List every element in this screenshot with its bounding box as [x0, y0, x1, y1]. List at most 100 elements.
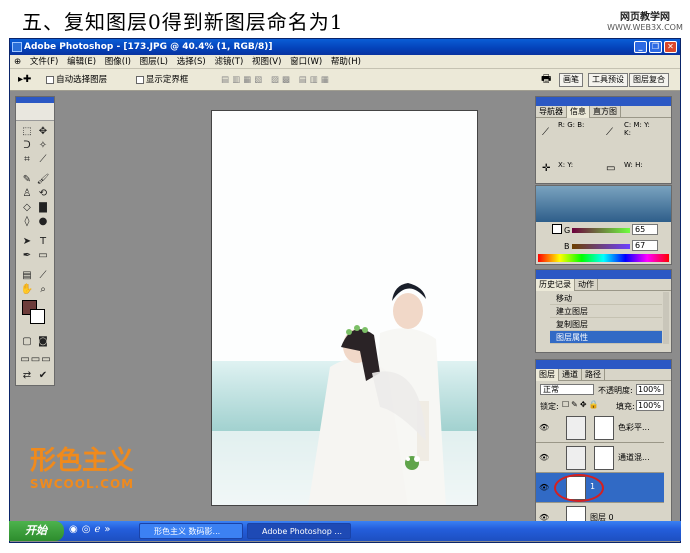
- tab-paths[interactable]: 路径: [582, 369, 605, 381]
- type-tool-icon[interactable]: T: [36, 235, 50, 248]
- shape-tool-icon[interactable]: ▭: [36, 249, 50, 262]
- gradient-tool-icon[interactable]: ▇: [36, 201, 50, 214]
- tab-navigator[interactable]: 导航器: [536, 106, 567, 118]
- info-panel-titlebar[interactable]: [536, 97, 671, 106]
- eyedropper-icon[interactable]: ⟋: [36, 269, 50, 282]
- history-item-label: 图层属性: [556, 333, 588, 342]
- path-select-icon[interactable]: ➤: [20, 235, 34, 248]
- color-swatch[interactable]: [552, 224, 562, 234]
- notes-tool-icon[interactable]: ▤: [20, 269, 34, 282]
- slice-tool-icon[interactable]: ⟋: [36, 153, 50, 166]
- g-label: G: [564, 226, 571, 235]
- start-button[interactable]: 开始: [9, 521, 64, 541]
- menu-layer[interactable]: 图层(L): [137, 55, 171, 69]
- crop-tool-icon[interactable]: ⌗: [20, 153, 34, 166]
- eye-icon[interactable]: 👁: [539, 483, 549, 492]
- menu-select[interactable]: 选择(S): [174, 55, 209, 69]
- quick-mask-icon[interactable]: ◙: [36, 335, 50, 348]
- tab-histogram[interactable]: 直方图: [590, 106, 621, 118]
- imageready-icon[interactable]: ✔: [36, 369, 50, 382]
- layer-comps-button[interactable]: 图层复合: [629, 73, 669, 87]
- jump-to-imageready-icon[interactable]: ⇄: [20, 369, 34, 382]
- site-logo-url: WWW.WEB3X.COM: [607, 23, 683, 32]
- show-bounds-checkbox[interactable]: 显示定界框: [135, 75, 188, 85]
- stamp-tool-icon[interactable]: ♙: [20, 187, 34, 200]
- history-panel: 历史记录 动作 移动 建立图层 复制图层 图层属性: [535, 269, 672, 353]
- fill-field[interactable]: 100%: [636, 400, 664, 411]
- opacity-field[interactable]: 100%: [636, 384, 664, 395]
- healing-brush-icon[interactable]: ✎: [20, 173, 34, 186]
- minimize-button[interactable]: _: [634, 41, 647, 53]
- printer-icon[interactable]: 🖶: [538, 73, 554, 87]
- history-item-selected[interactable]: 图层属性: [550, 331, 662, 344]
- standard-mode-icon[interactable]: ▢: [20, 335, 34, 348]
- history-brush-icon[interactable]: ⟲: [36, 187, 50, 200]
- hand-tool-icon[interactable]: ✋: [20, 283, 34, 296]
- menu-bar: ⊕ 文件(F) 编辑(E) 图像(I) 图层(L) 选择(S) 滤镜(T) 视图…: [10, 55, 680, 69]
- highlight-circle: [554, 474, 604, 502]
- marquee-tool-icon[interactable]: ⬚: [20, 125, 34, 138]
- toolbox: ⬚ ✥ ᑐ ✧ ⌗ ⟋ ✎ 🖌 ♙ ⟲ ◇ ▇ ◊ ● ➤ T ✒ ▭ ▤ ⟋ …: [15, 96, 55, 386]
- window-titlebar[interactable]: Adobe Photoshop - [173.JPG @ 40.4% (1, R…: [10, 39, 680, 55]
- eraser-tool-icon[interactable]: ◇: [20, 201, 34, 214]
- tool-presets-button[interactable]: 工具预设: [588, 73, 628, 87]
- color-ramp[interactable]: [538, 254, 669, 262]
- zoom-tool-icon[interactable]: ⌕: [36, 283, 50, 296]
- screen-mode-icons[interactable]: ▭▭▭: [18, 353, 54, 366]
- magic-wand-icon[interactable]: ✧: [36, 139, 50, 152]
- history-item[interactable]: 复制图层: [550, 318, 662, 331]
- eye-icon[interactable]: 👁: [539, 423, 549, 432]
- history-item-label: 建立图层: [556, 307, 588, 316]
- quick-launch-icons[interactable]: ◉◎ℯ»: [69, 524, 115, 535]
- taskbar-task-active[interactable]: Adobe Photoshop ...: [247, 523, 351, 539]
- history-item-label: 移动: [556, 294, 572, 303]
- watermark-url: SWCOOL.COM: [29, 477, 135, 491]
- b-value[interactable]: 67: [632, 240, 658, 251]
- b-slider[interactable]: [572, 244, 630, 249]
- menu-help[interactable]: 帮助(H): [328, 55, 364, 69]
- layer-name: 通道混...: [618, 453, 650, 462]
- menu-view[interactable]: 视图(V): [249, 55, 284, 69]
- layer-row[interactable]: 👁 色彩平...: [536, 413, 664, 443]
- menu-edit[interactable]: 编辑(E): [64, 55, 99, 69]
- background-color-swatch[interactable]: [30, 309, 45, 324]
- layers-panel-titlebar[interactable]: [536, 360, 671, 369]
- brush-tool-icon[interactable]: 🖌: [36, 173, 50, 186]
- history-item[interactable]: 建立图层: [550, 305, 662, 318]
- close-button[interactable]: ✕: [664, 41, 677, 53]
- history-item[interactable]: 移动: [550, 292, 662, 305]
- eye-icon[interactable]: 👁: [539, 453, 549, 462]
- move-tool-icon[interactable]: ▸✚: [10, 74, 31, 85]
- g-slider[interactable]: [572, 228, 630, 233]
- maximize-button[interactable]: ❐: [649, 41, 662, 53]
- tab-layers[interactable]: 图层: [536, 369, 559, 381]
- tab-actions[interactable]: 动作: [575, 279, 598, 291]
- tab-info[interactable]: 信息: [567, 106, 590, 118]
- pen-tool-icon[interactable]: ✒: [20, 249, 34, 262]
- align-icons[interactable]: ▤▥▦▧ ▨▩ ▤▥▦: [221, 75, 332, 85]
- history-scrollbar[interactable]: [663, 292, 669, 344]
- layer-row[interactable]: 👁 通道混...: [536, 443, 664, 473]
- taskbar: 开始 ◉◎ℯ» 形色主义 数码影... Adobe Photoshop ...: [9, 521, 681, 541]
- brushes-button[interactable]: 画笔: [559, 73, 583, 87]
- lasso-tool-icon[interactable]: ᑐ: [20, 139, 34, 152]
- canvas-document[interactable]: [211, 110, 478, 506]
- menu-image[interactable]: 图像(I): [102, 55, 134, 69]
- g-value[interactable]: 65: [632, 224, 658, 235]
- taskbar-task[interactable]: 形色主义 数码影...: [139, 523, 243, 539]
- dodge-tool-icon[interactable]: ●: [36, 215, 50, 228]
- blend-mode-select[interactable]: 正常: [540, 384, 594, 395]
- move-tool-icon[interactable]: ✥: [36, 125, 50, 138]
- history-panel-titlebar[interactable]: [536, 270, 671, 279]
- adjustment-layer-icon: [566, 446, 586, 470]
- menu-window[interactable]: 窗口(W): [287, 55, 325, 69]
- lock-icons[interactable]: ☐✎✥🔒: [562, 400, 601, 409]
- blur-tool-icon[interactable]: ◊: [20, 215, 34, 228]
- layer-row-selected[interactable]: 👁 1: [536, 473, 664, 503]
- menu-file[interactable]: 文件(F): [27, 55, 62, 69]
- tab-channels[interactable]: 通道: [559, 369, 582, 381]
- b-label: B: [564, 242, 570, 251]
- auto-select-checkbox[interactable]: 自动选择图层: [46, 75, 107, 85]
- menu-filter[interactable]: 滤镜(T): [211, 55, 246, 69]
- tab-history[interactable]: 历史记录: [536, 279, 575, 291]
